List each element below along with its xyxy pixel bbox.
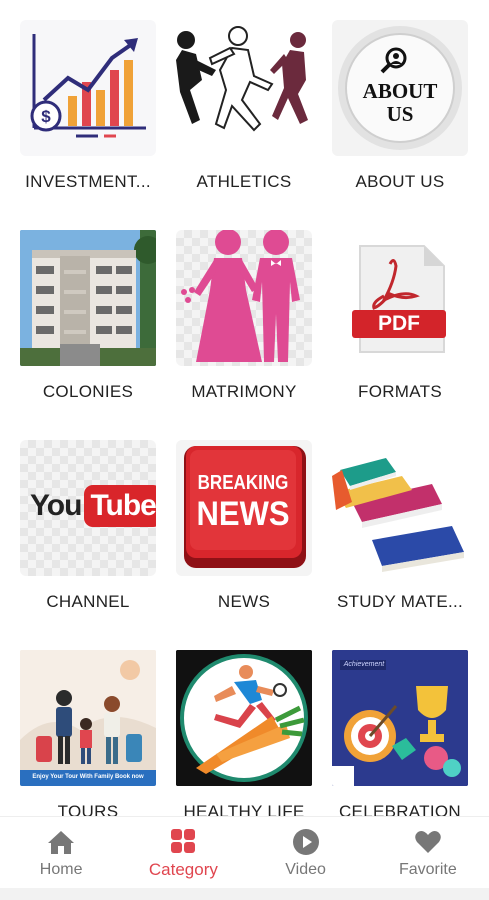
- nav-home-label: Home: [39, 860, 83, 878]
- category-formats[interactable]: PDF FORMATS: [320, 230, 480, 402]
- category-label: NEWS: [217, 592, 271, 611]
- youtube-you-text: You: [30, 489, 82, 522]
- nav-category[interactable]: Category: [122, 817, 244, 888]
- home-icon: [46, 827, 76, 857]
- nav-video[interactable]: Video: [245, 817, 367, 888]
- pdf-image-text: PDF: [378, 312, 420, 335]
- category-grid-icon: [168, 826, 198, 856]
- runners-icon: [176, 20, 312, 156]
- breaking-text: BREAKING: [197, 471, 289, 494]
- category-label: CHANNEL: [46, 592, 130, 611]
- category-celebration[interactable]: Achievement CELEBRATION: [320, 650, 480, 816]
- nav-category-label: Category: [148, 859, 218, 879]
- app-screen: $ INVESTMENT... ATHLETICS ABOUT US ABOUT…: [0, 0, 489, 900]
- youtube-tube-text: Tube: [84, 485, 156, 527]
- category-colonies[interactable]: COLONIES: [8, 230, 168, 402]
- category-grid: $ INVESTMENT... ATHLETICS ABOUT US ABOUT…: [0, 0, 489, 816]
- play-circle-icon: [291, 827, 321, 857]
- svg-text:$: $: [41, 107, 51, 126]
- nav-home[interactable]: Home: [0, 817, 122, 888]
- pdf-file-icon: PDF: [332, 230, 468, 366]
- bottom-navigation: Home Category Video Favorite: [0, 816, 489, 888]
- category-label: COLONIES: [42, 382, 134, 401]
- category-healthy-life[interactable]: HEALTHY LIFE: [164, 650, 324, 816]
- runner-carrot-icon: [176, 650, 312, 786]
- category-study-material[interactable]: STUDY MATE...: [320, 440, 480, 612]
- apartment-building-icon: [20, 230, 156, 366]
- category-matrimony[interactable]: MATRIMONY: [164, 230, 324, 402]
- category-label: TOURS: [57, 802, 119, 816]
- category-news[interactable]: BREAKING NEWS NEWS: [164, 440, 324, 612]
- news-text: NEWS: [196, 494, 290, 533]
- tours-banner-text: Enjoy Your Tour With Family Book now: [32, 774, 144, 780]
- celebration-image-text: Achievement: [343, 661, 385, 668]
- category-label: STUDY MATE...: [336, 592, 464, 611]
- nav-favorite-label: Favorite: [398, 860, 457, 878]
- bride-groom-icon: [176, 230, 312, 366]
- family-travel-icon: Enjoy Your Tour With Family Book now: [20, 650, 156, 786]
- heart-icon: [413, 827, 443, 857]
- about-us-button-icon: ABOUT US: [332, 20, 468, 156]
- category-label: CELEBRATION: [338, 802, 461, 816]
- category-label: MATRIMONY: [191, 382, 297, 401]
- books-stack-icon: [332, 440, 468, 576]
- youtube-logo-icon: You Tube: [20, 440, 156, 576]
- category-label: HEALTHY LIFE: [183, 802, 305, 816]
- about-us-image-text: ABOUT US: [362, 79, 438, 126]
- category-channel[interactable]: You Tube CHANNEL: [8, 440, 168, 612]
- investment-chart-icon: $: [20, 20, 156, 156]
- system-bottom-bar: [0, 888, 489, 900]
- nav-video-label: Video: [285, 860, 326, 878]
- nav-favorite[interactable]: Favorite: [367, 817, 489, 888]
- category-athletics[interactable]: ATHLETICS: [164, 20, 324, 192]
- trophy-achievement-icon: Achievement: [332, 650, 468, 786]
- category-label: ABOUT US: [355, 172, 445, 191]
- category-about-us[interactable]: ABOUT US ABOUT US: [320, 20, 480, 192]
- category-tours[interactable]: Enjoy Your Tour With Family Book now TOU…: [8, 650, 168, 816]
- category-label: ATHLETICS: [196, 172, 292, 191]
- category-label: INVESTMENT...: [25, 172, 151, 191]
- category-label: FORMATS: [358, 382, 442, 401]
- category-investment[interactable]: $ INVESTMENT...: [8, 20, 168, 192]
- breaking-news-icon: BREAKING NEWS: [176, 440, 312, 576]
